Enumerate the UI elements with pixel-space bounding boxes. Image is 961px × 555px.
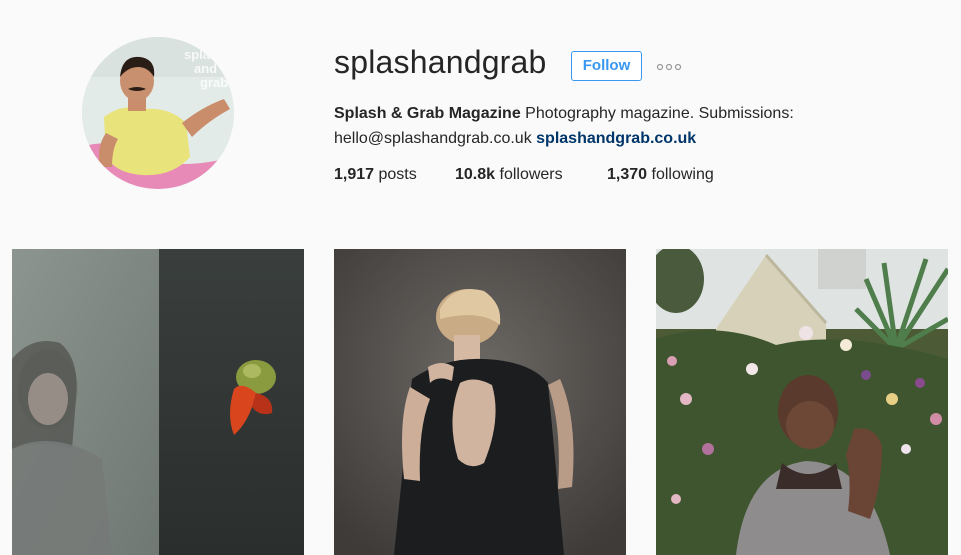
post-image <box>12 249 304 555</box>
profile-page: splash and grab splashandgrab Follow Spl… <box>0 0 961 555</box>
followers-stat[interactable]: 10.8k followers <box>455 163 563 187</box>
full-name: Splash & Grab Magazine <box>334 105 521 122</box>
followers-count: 10.8k <box>455 166 496 183</box>
post-thumbnail[interactable] <box>334 249 626 555</box>
posts-label: posts <box>378 166 417 183</box>
profile-bio: Splash & Grab Magazine Photography magaz… <box>334 101 894 151</box>
avatar[interactable]: splash and grab <box>82 37 234 189</box>
username: splashandgrab <box>334 44 547 80</box>
followers-label: followers <box>499 166 563 183</box>
following-label: following <box>651 166 714 183</box>
svg-text:splash: splash <box>184 47 225 62</box>
post-image <box>656 249 948 555</box>
post-image <box>334 249 626 555</box>
follow-button[interactable]: Follow <box>571 51 642 81</box>
posts-count: 1,917 <box>334 166 375 183</box>
svg-text:and: and <box>194 61 217 76</box>
avatar-image: splash and grab <box>82 37 234 189</box>
post-thumbnail[interactable] <box>12 249 304 555</box>
more-options-button[interactable] <box>656 58 684 76</box>
svg-text:grab: grab <box>200 75 228 90</box>
website-link[interactable]: splashandgrab.co.uk <box>536 130 696 147</box>
following-count: 1,370 <box>607 166 648 183</box>
posts-stat: 1,917 posts <box>334 163 417 187</box>
following-stat[interactable]: 1,370 following <box>607 163 714 187</box>
more-options-icon <box>656 63 682 71</box>
post-thumbnail[interactable] <box>656 249 948 555</box>
